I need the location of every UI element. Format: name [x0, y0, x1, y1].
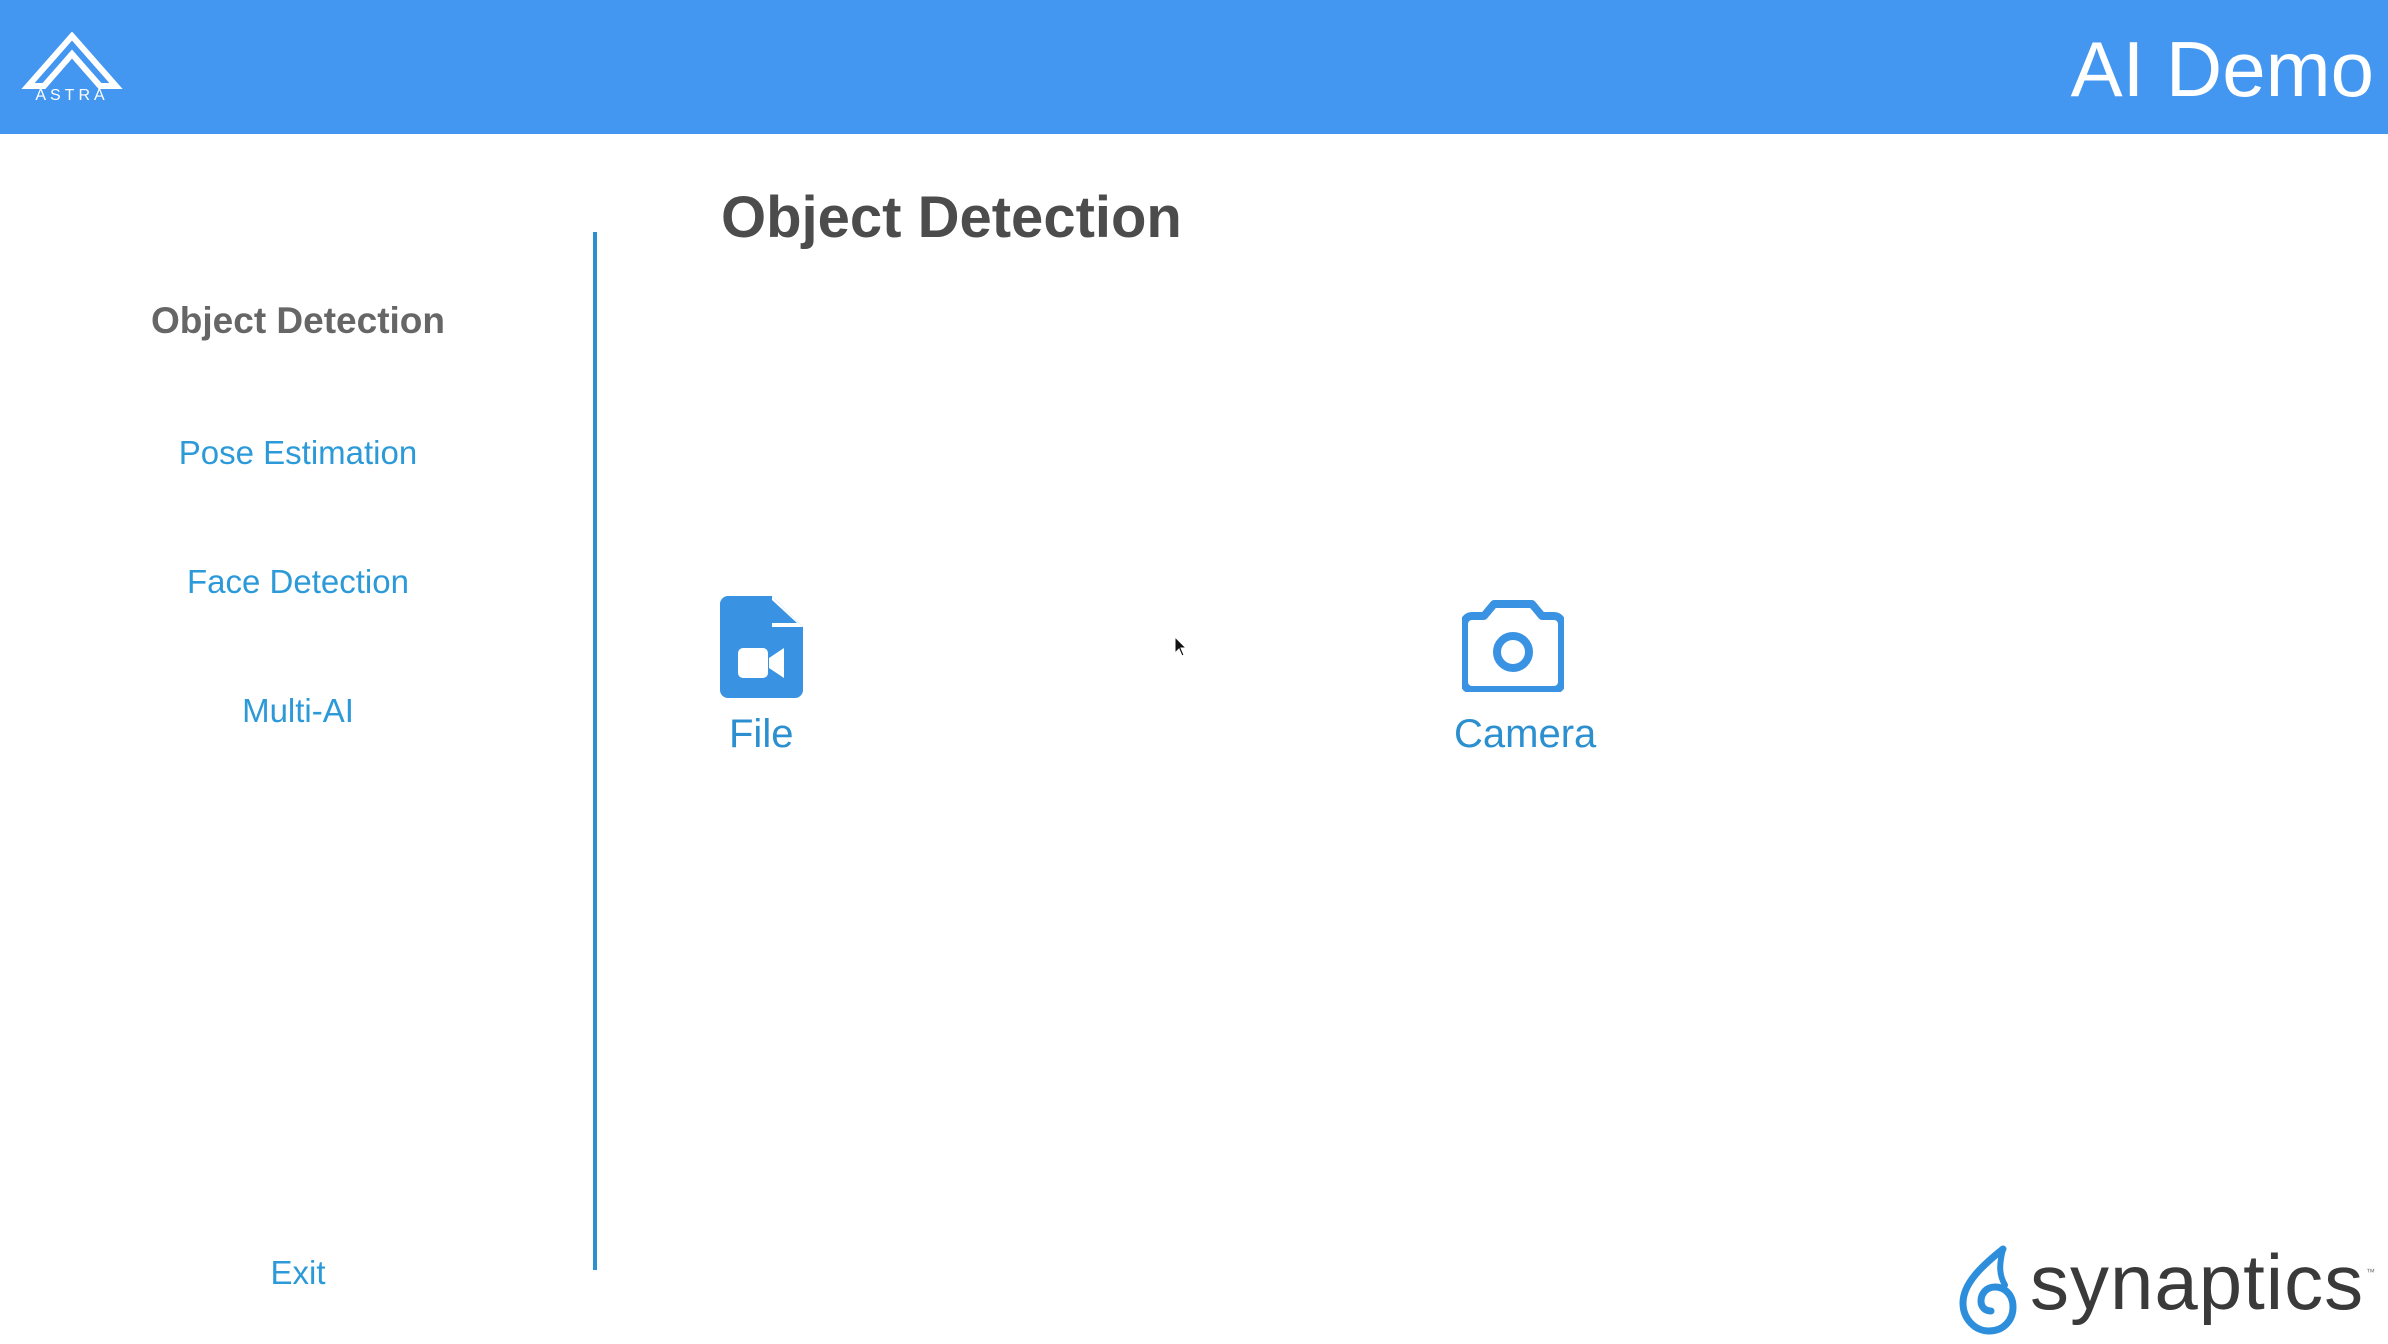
- exit-button[interactable]: Exit: [0, 1254, 596, 1292]
- app-title: AI Demo: [2070, 25, 2374, 113]
- synaptics-drop-icon: [1959, 1245, 2017, 1335]
- page-title: Object Detection: [721, 185, 1182, 250]
- synaptics-wordmark: synaptics: [2030, 1238, 2365, 1326]
- sidebar-item-pose-estimation[interactable]: Pose Estimation: [0, 434, 596, 472]
- video-file-icon[interactable]: [720, 596, 803, 698]
- file-source-label[interactable]: File: [729, 712, 793, 757]
- mouse-cursor-icon: [1174, 636, 1188, 657]
- camera-source-label[interactable]: Camera: [1454, 712, 1596, 757]
- sidebar-item-object-detection[interactable]: Object Detection: [0, 300, 596, 342]
- sidebar-divider: [593, 232, 597, 1270]
- synaptics-logo: synaptics ™: [1955, 1238, 2375, 1335]
- logo-text: ASTRA: [35, 87, 108, 104]
- sidebar-item-multi-ai[interactable]: Multi-AI: [0, 692, 596, 730]
- astra-logo-icon: ASTRA: [21, 32, 123, 104]
- trademark-mark: ™: [2366, 1267, 2375, 1277]
- app-header: ASTRA AI Demo: [0, 0, 2388, 134]
- camera-icon[interactable]: [1462, 600, 1564, 692]
- sidebar-item-face-detection[interactable]: Face Detection: [0, 563, 596, 601]
